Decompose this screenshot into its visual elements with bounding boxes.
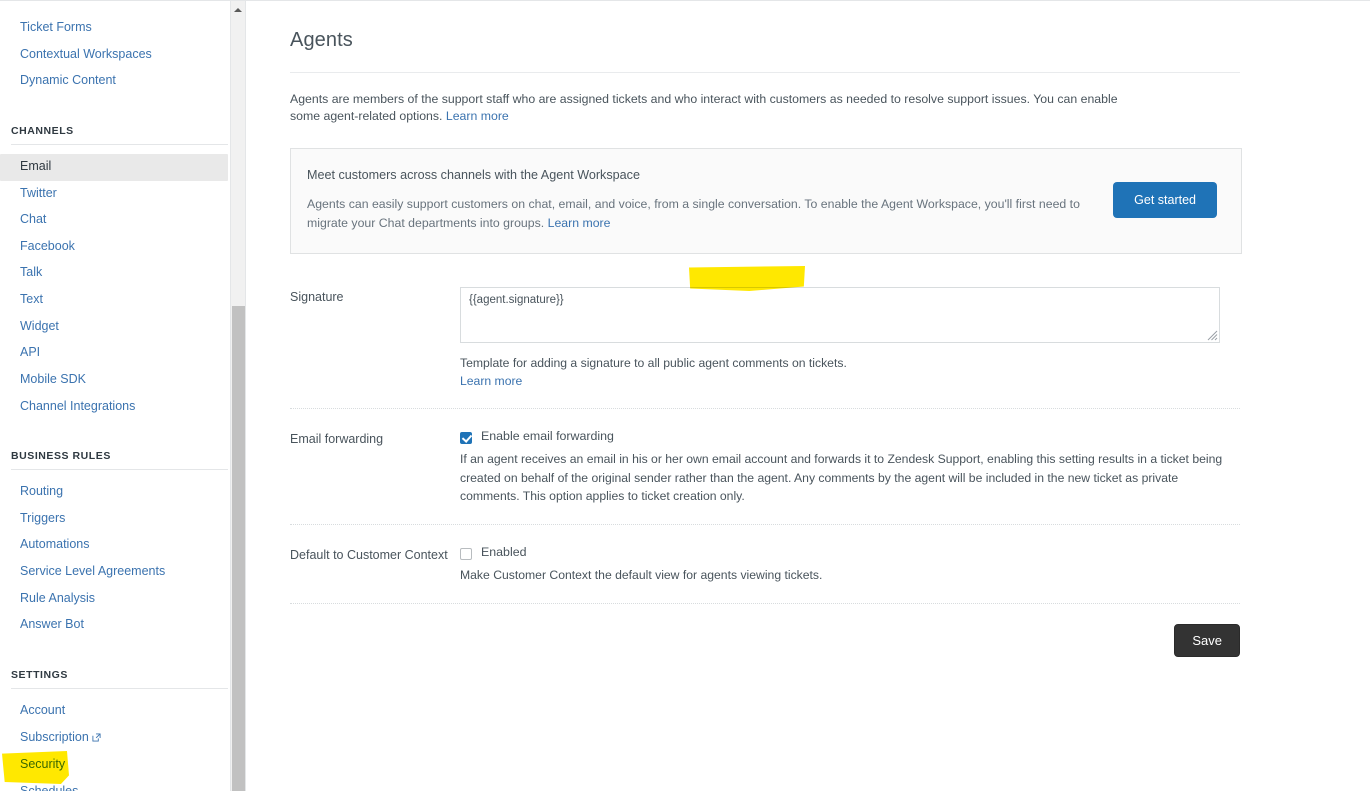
sidebar-scrollbar[interactable] (230, 1, 245, 791)
scroll-up-button[interactable] (231, 1, 245, 18)
customer-context-checkbox[interactable] (460, 547, 472, 560)
sidebar-item-ticket-forms[interactable]: Ticket Forms (0, 15, 236, 42)
customer-context-row: Default to Customer Context Enabled Make… (290, 545, 1240, 605)
sidebar-item-dynamic-content[interactable]: Dynamic Content (0, 68, 236, 95)
email-forwarding-row: Email forwarding Enable email forwarding… (290, 429, 1240, 525)
email-forwarding-checkbox-line[interactable]: Enable email forwarding (460, 429, 1240, 445)
banner-heading: Meet customers across channels with the … (307, 167, 640, 182)
sidebar-item-automations[interactable]: Automations (0, 532, 236, 559)
sidebar-item-label: Subscription (20, 729, 89, 744)
banner-body: Agents can easily support customers on c… (307, 195, 1097, 232)
sidebar-item-security[interactable]: Security (0, 752, 236, 779)
sidebar-item-triggers[interactable]: Triggers (0, 506, 236, 533)
sidebar-group-title-channels: CHANNELS (11, 124, 74, 137)
sidebar-item-email[interactable]: Email (0, 153, 228, 181)
save-button-row: Save (290, 624, 1240, 658)
sidebar-item-mobile-sdk[interactable]: Mobile SDK (0, 367, 236, 394)
signature-label: Signature (290, 289, 344, 304)
sidebar-item-answer-bot[interactable]: Answer Bot (0, 612, 236, 639)
signature-row: Signature Template for adding a signatur… (290, 286, 1240, 410)
email-forwarding-label: Email forwarding (290, 432, 384, 447)
sidebar-scroll-content: Ticket Forms Contextual Workspaces Dynam… (0, 1, 236, 791)
customer-context-description: Make Customer Context the default view f… (460, 567, 823, 582)
sidebar-item-widget[interactable]: Widget (0, 314, 236, 341)
chevron-up-icon (234, 8, 242, 12)
intro-learn-more-link[interactable]: Learn more (446, 109, 509, 123)
banner-text-block: Meet customers across channels with the … (307, 167, 1097, 233)
sidebar-item-facebook[interactable]: Facebook (0, 234, 236, 261)
customer-context-label: Default to Customer Context (290, 547, 448, 562)
sidebar-item-service-level-agreements[interactable]: Service Level Agreements (0, 559, 236, 586)
customer-context-checkbox-label[interactable]: Enabled (481, 545, 526, 559)
sidebar-item-rule-analysis[interactable]: Rule Analysis (0, 586, 236, 613)
get-started-button[interactable]: Get started (1113, 181, 1217, 218)
signature-learn-more-link[interactable]: Learn more (460, 374, 522, 388)
signature-hint-text: Template for adding a signature to all p… (460, 355, 847, 370)
sidebar-item-talk[interactable]: Talk (0, 260, 236, 287)
sidebar-item-twitter[interactable]: Twitter (0, 181, 236, 208)
sidebar-item-account[interactable]: Account (0, 698, 236, 725)
page-title: Agents (290, 29, 353, 51)
sidebar-item-contextual-workspaces[interactable]: Contextual Workspaces (0, 42, 236, 69)
banner-body-text: Agents can easily support customers on c… (307, 197, 1080, 230)
sidebar-item-api[interactable]: API (0, 340, 236, 367)
page-description-text: Agents are members of the support staff … (290, 92, 1118, 124)
sidebar-group-divider (11, 143, 228, 145)
sidebar-item-subscription[interactable]: Subscription (0, 725, 236, 753)
external-link-icon (92, 731, 101, 747)
signature-hint: Template for adding a signature to all p… (460, 354, 1240, 391)
signature-textarea-wrapper (460, 286, 1220, 343)
signature-input[interactable] (460, 286, 1220, 343)
email-forwarding-block: Enable email forwarding If an agent rece… (460, 429, 1240, 506)
admin-settings-page: Ticket Forms Contextual Workspaces Dynam… (0, 0, 1370, 791)
sidebar-item-schedules[interactable]: Schedules (0, 779, 236, 791)
admin-sidebar: Ticket Forms Contextual Workspaces Dynam… (0, 1, 246, 791)
title-divider (290, 72, 1240, 73)
customer-context-block: Enabled Make Customer Context the defaul… (460, 545, 1240, 585)
sidebar-item-text[interactable]: Text (0, 287, 236, 314)
sidebar-group-divider (11, 687, 228, 689)
sidebar-group-title-settings: SETTINGS (11, 668, 68, 681)
sidebar-item-routing[interactable]: Routing (0, 479, 236, 506)
banner-learn-more-link[interactable]: Learn more (548, 216, 611, 230)
scrollbar-thumb[interactable] (232, 306, 245, 791)
customer-context-checkbox-line[interactable]: Enabled (460, 545, 1240, 560)
email-forwarding-checkbox-label[interactable]: Enable email forwarding (481, 429, 614, 443)
agent-workspace-banner: Meet customers across channels with the … (290, 147, 1242, 254)
sidebar-group-divider (11, 469, 228, 471)
email-forwarding-description: If an agent receives an email in his or … (460, 452, 1223, 504)
signature-field-block: Template for adding a signature to all p… (460, 286, 1240, 391)
main-content: Agents Agents are members of the support… (246, 1, 1370, 791)
sidebar-item-chat[interactable]: Chat (0, 207, 236, 234)
email-forwarding-checkbox[interactable] (460, 432, 472, 445)
sidebar-group-title-business-rules: BUSINESS RULES (11, 450, 111, 463)
page-description: Agents are members of the support staff … (290, 91, 1145, 126)
sidebar-item-channel-integrations[interactable]: Channel Integrations (0, 394, 236, 421)
save-button[interactable]: Save (1174, 624, 1240, 658)
